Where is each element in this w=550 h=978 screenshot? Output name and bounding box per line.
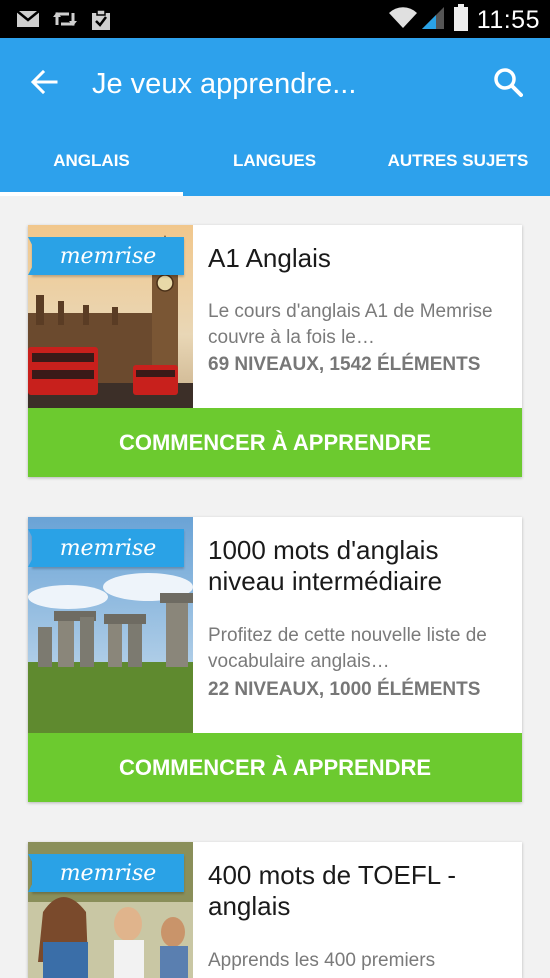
memrise-logo: memrise <box>28 854 184 892</box>
search-button[interactable] <box>486 60 530 104</box>
page-title: Je veux apprendre... <box>92 68 357 100</box>
tab-langues[interactable]: LANGUES <box>183 126 366 196</box>
tab-bar: ANGLAIS LANGUES AUTRES SUJETS <box>0 126 550 196</box>
course-card[interactable]: memrise 400 mots de TOEFL - anglais Appr… <box>28 842 522 978</box>
arrow-left-icon <box>30 69 58 95</box>
gmail-icon <box>16 9 40 34</box>
course-description: Apprends les 400 premiers <box>208 950 436 971</box>
tab-anglais[interactable]: ANGLAIS <box>0 126 183 196</box>
course-thumbnail-stonehenge: memrise <box>28 517 193 733</box>
memrise-logo: memrise <box>28 237 184 275</box>
course-description: Profitez de cette nouvelle liste de voca… <box>208 625 487 672</box>
back-button[interactable] <box>22 60 66 104</box>
memrise-logo: memrise <box>28 529 184 567</box>
course-meta: 22 NIVEAUX, 1000 ÉLÉMENTS <box>208 679 481 700</box>
tab-indicator <box>0 192 183 196</box>
battery-icon <box>453 4 469 37</box>
clipboard-icon <box>90 9 112 36</box>
signal-icon <box>420 6 446 35</box>
start-learning-button[interactable]: COMMENCER À APPRENDRE <box>28 408 522 477</box>
course-thumbnail-london: memrise <box>28 225 193 408</box>
course-title: 1000 mots d'anglais niveau intermédiaire <box>208 535 443 596</box>
course-card[interactable]: memrise A1 Anglais Le cours d'anglais A1… <box>28 225 522 477</box>
course-card[interactable]: memrise 1000 mots d'anglais niveau inter… <box>28 517 522 802</box>
course-description: Le cours d'anglais A1 de Memrise couvre … <box>208 301 493 348</box>
status-bar: 11:55 <box>0 0 550 38</box>
course-meta: 69 NIVEAUX, 1542 ÉLÉMENTS <box>208 354 481 375</box>
retweet-icon <box>52 9 78 34</box>
status-time: 11:55 <box>476 6 540 34</box>
course-title: A1 Anglais <box>208 243 331 273</box>
course-thumbnail-students: memrise <box>28 842 193 978</box>
course-title: 400 mots de TOEFL - anglais <box>208 860 457 921</box>
start-learning-button[interactable]: COMMENCER À APPRENDRE <box>28 733 522 802</box>
search-icon <box>494 68 523 97</box>
app-bar: Je veux apprendre... ANGLAIS LANGUES AUT… <box>0 38 550 196</box>
tab-autres-sujets[interactable]: AUTRES SUJETS <box>366 126 550 196</box>
wifi-icon <box>388 6 418 35</box>
